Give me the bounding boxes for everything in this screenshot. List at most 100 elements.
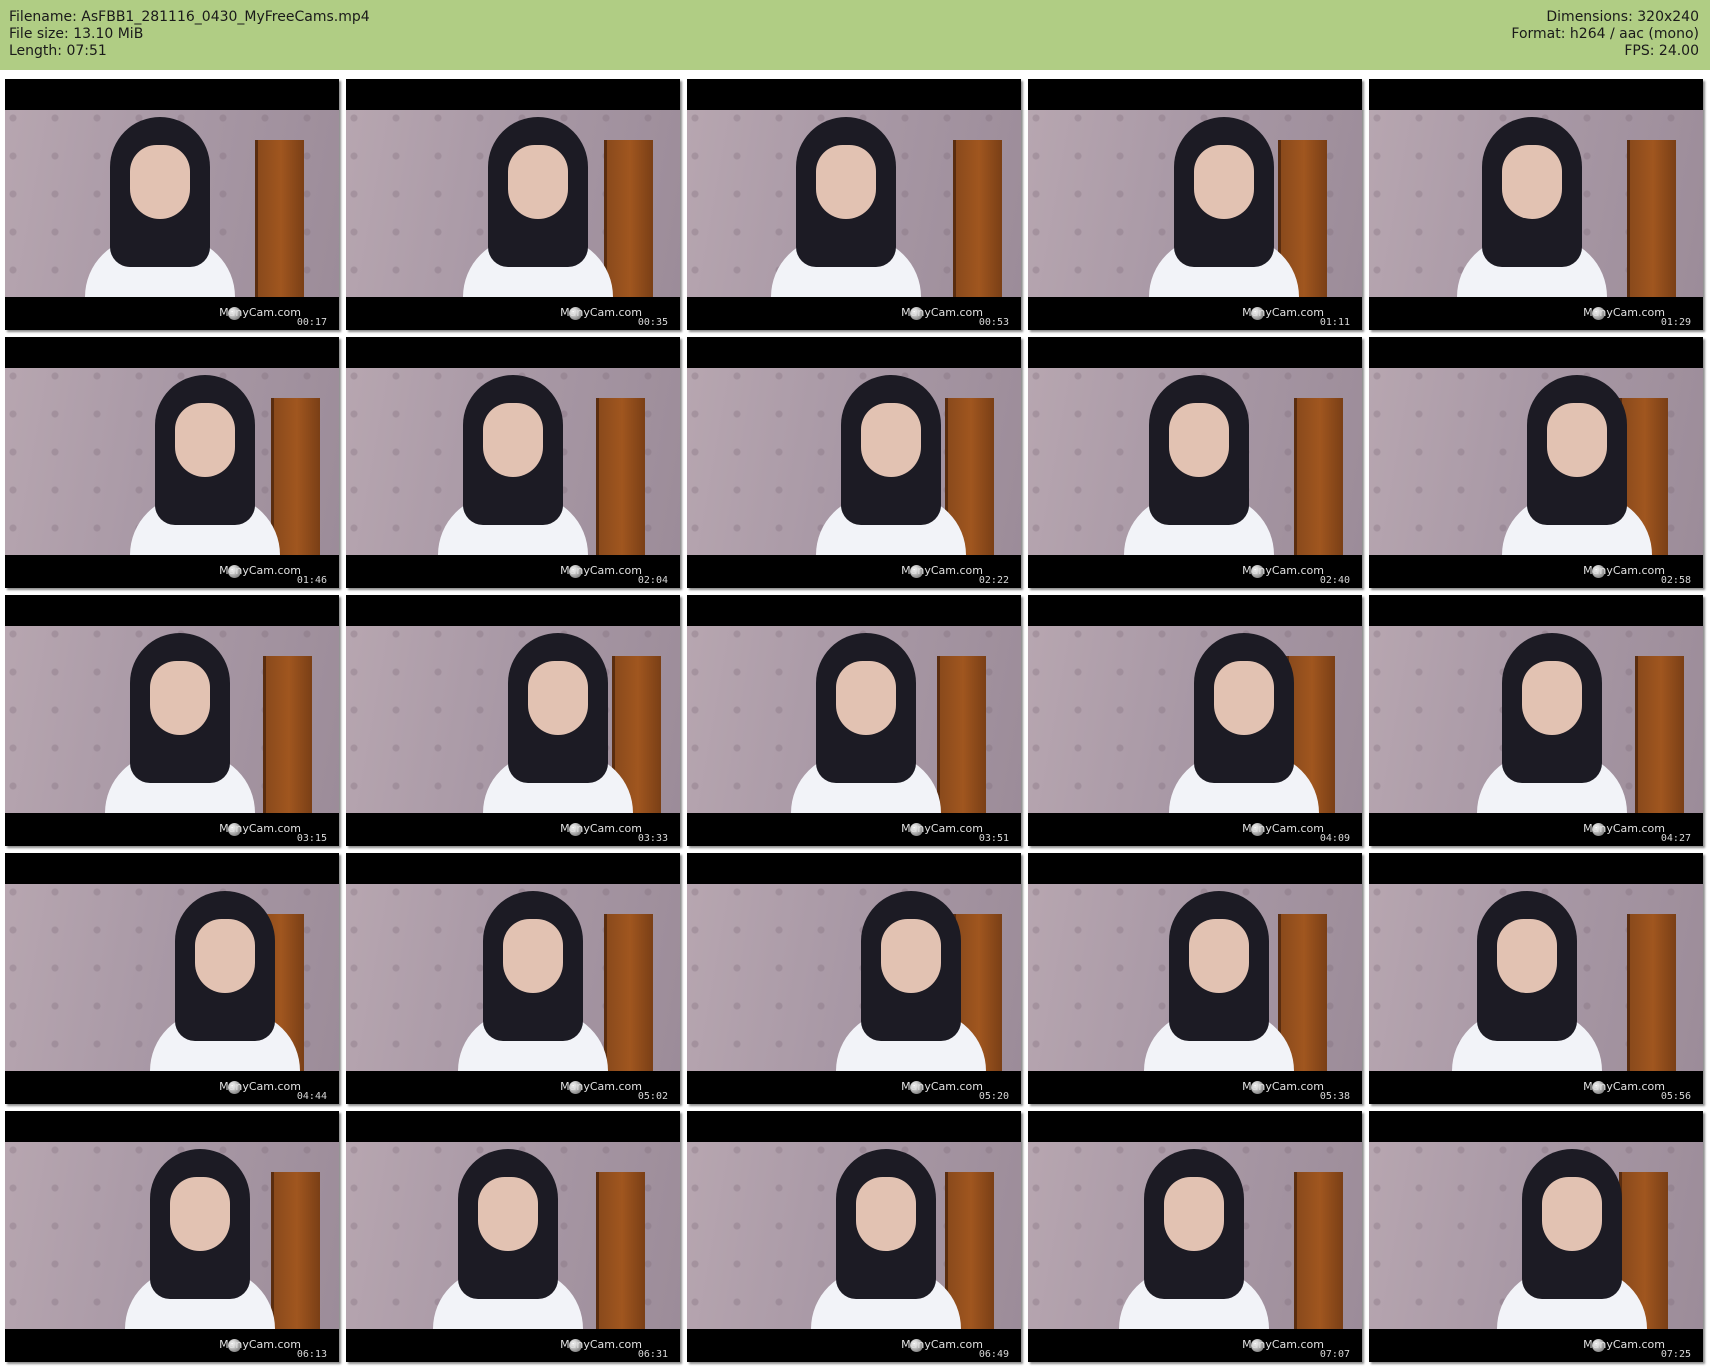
video-thumbnail[interactable]: ManyCam.com 03:15 xyxy=(5,595,339,846)
timestamp-label: 01:46 xyxy=(296,575,327,586)
timestamp-label: 04:44 xyxy=(296,1091,327,1102)
door-shape xyxy=(953,140,1002,297)
person-face xyxy=(1547,403,1607,477)
person-face xyxy=(1169,403,1229,477)
timestamp-label: 05:38 xyxy=(1319,1091,1350,1102)
door-shape xyxy=(604,914,653,1071)
video-thumbnail[interactable]: ManyCam.com 04:09 xyxy=(1028,595,1362,846)
video-thumbnail[interactable]: ManyCam.com 00:53 xyxy=(687,79,1021,330)
video-thumbnail[interactable]: ManyCam.com 04:44 xyxy=(5,853,339,1104)
person-figure xyxy=(791,633,941,813)
video-thumbnail[interactable]: ManyCam.com 07:07 xyxy=(1028,1111,1362,1362)
video-thumbnail[interactable]: ManyCam.com 06:13 xyxy=(5,1111,339,1362)
video-frame-image xyxy=(1369,368,1703,555)
watermark-text: ManyCam.com xyxy=(219,564,301,577)
video-thumbnail[interactable]: ManyCam.com 01:29 xyxy=(1369,79,1703,330)
format-text: Format: h264 / aac (mono) xyxy=(1511,26,1699,42)
video-thumbnail[interactable]: ManyCam.com 01:11 xyxy=(1028,79,1362,330)
door-shape xyxy=(1294,1172,1343,1329)
length-text: Length: 07:51 xyxy=(9,43,107,59)
person-figure xyxy=(1144,891,1294,1071)
timestamp-label: 06:49 xyxy=(978,1349,1009,1360)
timestamp-label: 01:29 xyxy=(1660,317,1691,328)
person-figure xyxy=(1477,633,1627,813)
video-frame-image xyxy=(1369,110,1703,297)
fps-text: FPS: 24.00 xyxy=(1624,43,1699,59)
watermark-text: ManyCam.com xyxy=(560,1080,642,1093)
video-frame-image xyxy=(687,884,1021,1071)
person-face xyxy=(1164,1177,1224,1251)
watermark-text: ManyCam.com xyxy=(219,1080,301,1093)
door-shape xyxy=(596,1172,645,1329)
video-thumbnail[interactable]: ManyCam.com 02:58 xyxy=(1369,337,1703,588)
timestamp-label: 07:07 xyxy=(1319,1349,1350,1360)
person-figure xyxy=(1497,1149,1647,1329)
watermark-text: ManyCam.com xyxy=(219,1338,301,1351)
person-face xyxy=(1189,919,1249,993)
person-figure xyxy=(458,891,608,1071)
person-figure xyxy=(85,117,235,297)
video-thumbnail[interactable]: ManyCam.com 06:31 xyxy=(346,1111,680,1362)
person-face xyxy=(856,1177,916,1251)
video-thumbnail[interactable]: ManyCam.com 05:56 xyxy=(1369,853,1703,1104)
person-figure xyxy=(816,375,966,555)
watermark-text: ManyCam.com xyxy=(1242,306,1324,319)
file-info-left: Filename: AsFBB1_281116_0430_MyFreeCams.… xyxy=(9,9,370,60)
timestamp-label: 05:02 xyxy=(637,1091,668,1102)
person-face xyxy=(861,403,921,477)
video-frame-image xyxy=(1369,1142,1703,1329)
timestamp-label: 02:40 xyxy=(1319,575,1350,586)
video-frame-image xyxy=(687,626,1021,813)
person-face xyxy=(1214,661,1274,735)
timestamp-label: 02:22 xyxy=(978,575,1009,586)
person-face xyxy=(816,145,876,219)
video-thumbnail[interactable]: ManyCam.com 05:38 xyxy=(1028,853,1362,1104)
timestamp-label: 06:31 xyxy=(637,1349,668,1360)
timestamp-label: 03:15 xyxy=(296,833,327,844)
video-thumbnail[interactable]: ManyCam.com 03:33 xyxy=(346,595,680,846)
video-thumbnail[interactable]: ManyCam.com 05:02 xyxy=(346,853,680,1104)
watermark-text: ManyCam.com xyxy=(1242,1338,1324,1351)
watermark-text: ManyCam.com xyxy=(1583,822,1665,835)
door-shape xyxy=(255,140,304,297)
watermark-text: ManyCam.com xyxy=(901,822,983,835)
person-figure xyxy=(1124,375,1274,555)
video-thumbnail[interactable]: ManyCam.com 01:46 xyxy=(5,337,339,588)
watermark-text: ManyCam.com xyxy=(901,564,983,577)
person-figure xyxy=(438,375,588,555)
timestamp-label: 01:11 xyxy=(1319,317,1350,328)
person-figure xyxy=(130,375,280,555)
video-thumbnail[interactable]: ManyCam.com 00:35 xyxy=(346,79,680,330)
person-figure xyxy=(1452,891,1602,1071)
person-figure xyxy=(1457,117,1607,297)
door-shape xyxy=(596,398,645,555)
person-face xyxy=(1497,919,1557,993)
watermark-text: ManyCam.com xyxy=(560,306,642,319)
person-face xyxy=(478,1177,538,1251)
filesize-text: File size: 13.10 MiB xyxy=(9,26,144,42)
video-thumbnail[interactable]: ManyCam.com 03:51 xyxy=(687,595,1021,846)
person-figure xyxy=(836,891,986,1071)
video-frame-image xyxy=(687,368,1021,555)
person-figure xyxy=(1502,375,1652,555)
video-frame-image xyxy=(1028,368,1362,555)
person-face xyxy=(483,403,543,477)
timestamp-label: 02:58 xyxy=(1660,575,1691,586)
door-shape xyxy=(1627,140,1676,297)
video-thumbnail[interactable]: ManyCam.com 06:49 xyxy=(687,1111,1021,1362)
video-frame-image xyxy=(5,368,339,555)
video-thumbnail[interactable]: ManyCam.com 02:04 xyxy=(346,337,680,588)
person-figure xyxy=(463,117,613,297)
timestamp-label: 04:27 xyxy=(1660,833,1691,844)
timestamp-label: 03:51 xyxy=(978,833,1009,844)
video-frame-image xyxy=(5,626,339,813)
video-thumbnail[interactable]: ManyCam.com 00:17 xyxy=(5,79,339,330)
video-thumbnail[interactable]: ManyCam.com 05:20 xyxy=(687,853,1021,1104)
video-thumbnail[interactable]: ManyCam.com 02:22 xyxy=(687,337,1021,588)
video-thumbnail[interactable]: ManyCam.com 07:25 xyxy=(1369,1111,1703,1362)
video-thumbnail[interactable]: ManyCam.com 04:27 xyxy=(1369,595,1703,846)
person-face xyxy=(1502,145,1562,219)
person-figure xyxy=(483,633,633,813)
video-frame-image xyxy=(346,626,680,813)
video-thumbnail[interactable]: ManyCam.com 02:40 xyxy=(1028,337,1362,588)
